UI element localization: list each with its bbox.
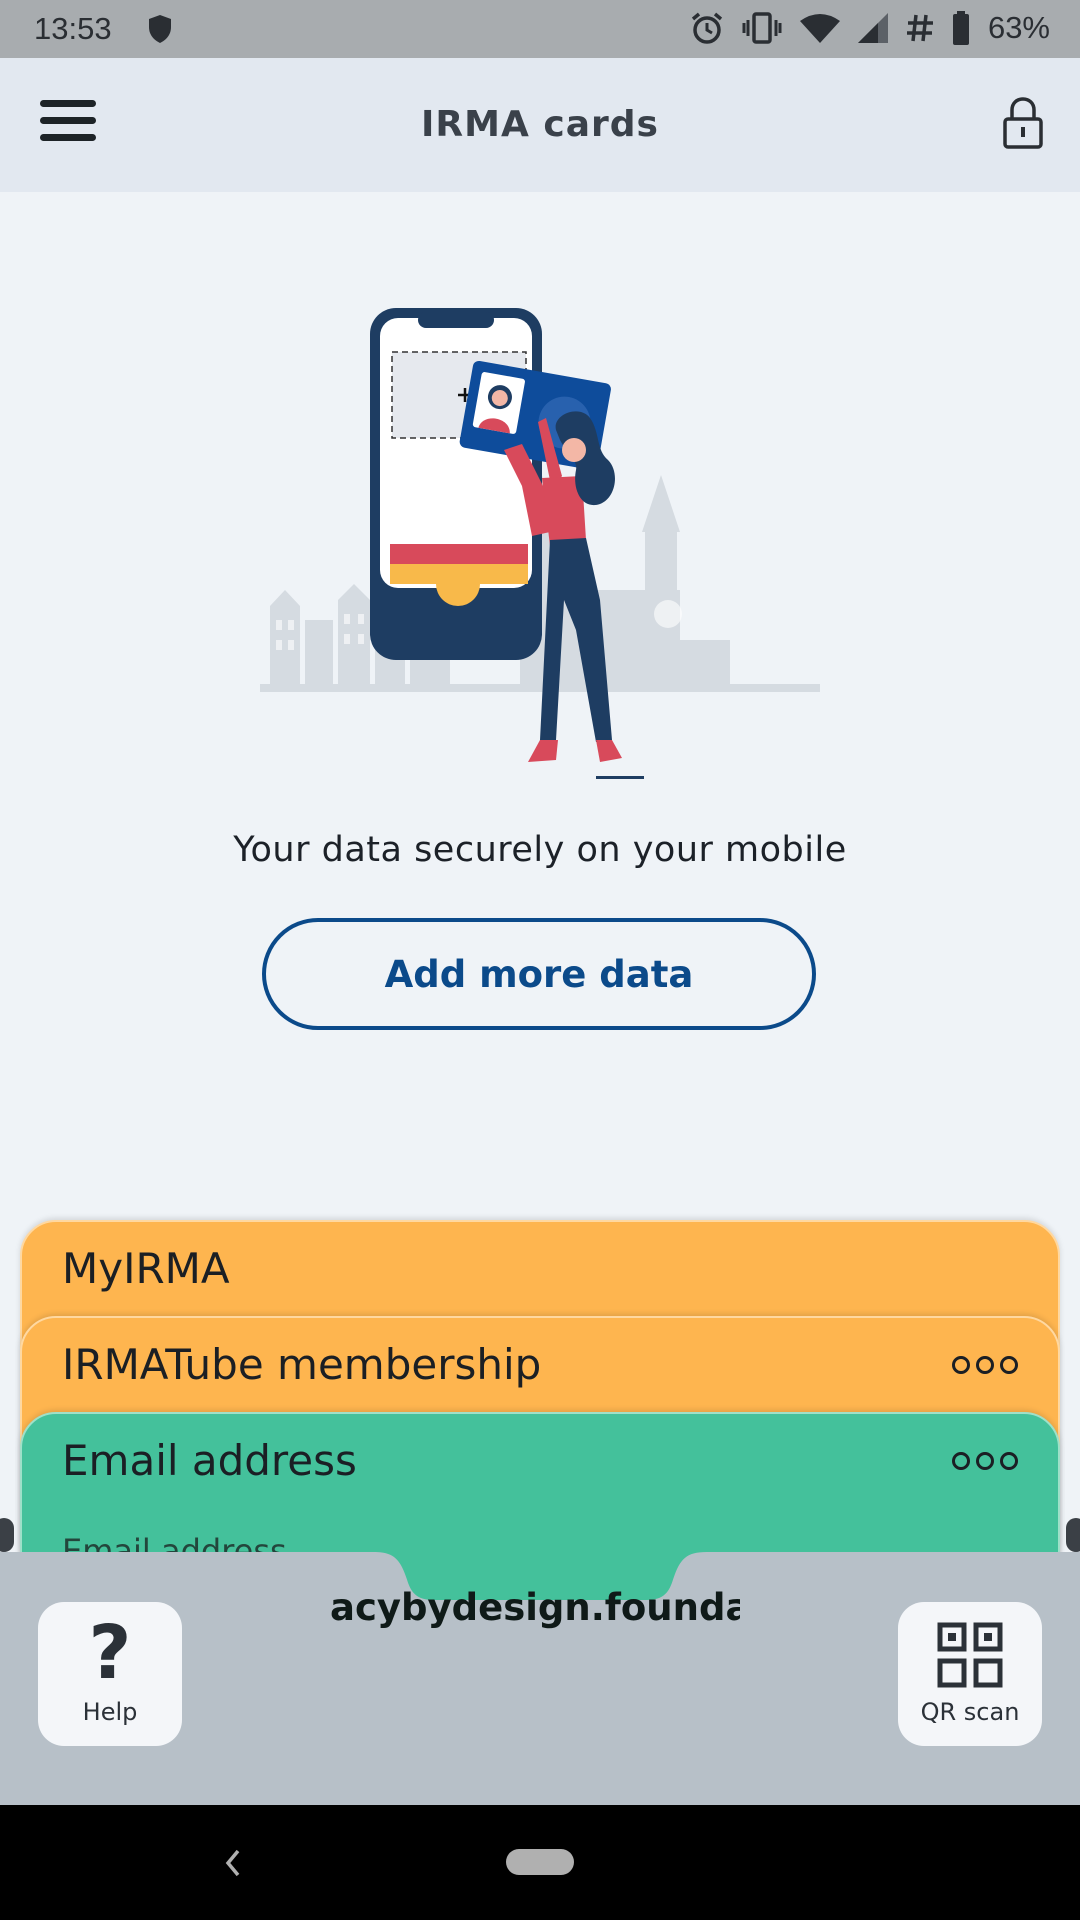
hero-illustration — [260, 308, 820, 779]
more-icon[interactable] — [952, 1356, 1018, 1374]
card-edge-left — [0, 1518, 14, 1552]
shield-icon — [149, 15, 171, 43]
page-title: IRMA cards — [421, 104, 659, 145]
battery-percent: 63% — [987, 10, 1050, 45]
status-bar: 13:53 63% — [0, 0, 1080, 58]
question-icon: ? — [88, 1610, 132, 1696]
card-title: IRMATube membership — [62, 1340, 542, 1389]
qr-icon — [937, 1622, 1003, 1688]
card-title: Email address — [62, 1436, 357, 1485]
tagline: Your data securely on your mobile — [233, 830, 847, 870]
battery-icon — [952, 11, 969, 45]
qr-scan-label: QR scan — [920, 1698, 1020, 1726]
more-icon[interactable] — [952, 1452, 1018, 1470]
help-button[interactable]: ? Help — [38, 1602, 182, 1746]
lock-icon[interactable] — [1002, 96, 1044, 150]
card-title: MyIRMA — [62, 1244, 230, 1293]
hash-icon — [906, 14, 933, 42]
signal-icon — [857, 13, 888, 43]
alarm-icon — [691, 12, 723, 44]
wifi-icon — [799, 14, 840, 43]
status-time: 13:53 — [34, 11, 112, 46]
qr-scan-button[interactable]: QR scan — [898, 1602, 1042, 1746]
app-bar: IRMA cards — [0, 58, 1080, 192]
email-field-value: acybydesign.foundat — [330, 1586, 740, 1629]
card-edge-right — [1066, 1518, 1080, 1552]
system-nav-bar — [0, 1805, 1080, 1920]
vibrate-icon — [742, 12, 782, 44]
back-icon[interactable] — [218, 1843, 248, 1883]
add-more-data-button[interactable]: Add more data — [262, 918, 816, 1030]
help-label: Help — [82, 1698, 138, 1726]
home-button[interactable] — [506, 1849, 574, 1875]
